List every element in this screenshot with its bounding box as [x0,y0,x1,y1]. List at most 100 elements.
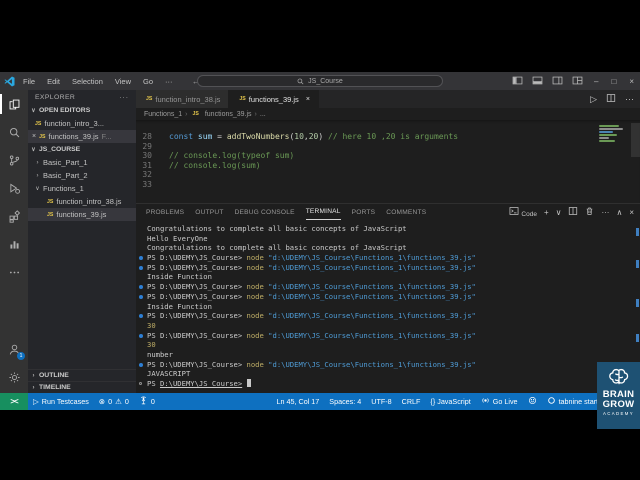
more-actions-button[interactable]: ··· [601,208,609,217]
run-file-button[interactable]: ▷ [590,94,597,105]
breadcrumb-item[interactable]: functions_39.js [205,111,252,118]
folder-item-basic_part_2[interactable]: › Basic_Part_2 [28,169,136,182]
smiley-icon [528,396,537,407]
folder-hint: F... [101,132,112,141]
panel-tab-problems[interactable]: PROBLEMS [146,204,184,220]
code-editor[interactable]: 28 const sum = addTwoNumbers(10,20) // he… [136,120,640,203]
remote-indicator[interactable]: >< [0,393,28,410]
account-icon[interactable]: 1 [0,335,28,363]
close-button[interactable]: × [627,77,636,86]
shell-selector-icon[interactable]: Code [509,206,537,218]
search-icon[interactable] [0,118,28,146]
status-port-broadcast[interactable]: 0 [134,393,160,410]
settings-icon[interactable] [0,363,28,391]
menu-item-file[interactable]: File [18,75,40,88]
command-center-search[interactable]: JS_Course [197,75,443,87]
command-decoration[interactable] [139,314,143,319]
close-panel-button[interactable]: × [629,208,634,217]
run-debug-icon[interactable] [0,174,28,202]
command-decoration[interactable] [139,333,143,338]
terminal-line: Congratulations to complete all basic co… [147,224,407,233]
command-decoration[interactable] [139,294,143,299]
explorer-icon[interactable] [0,90,28,118]
section-outline[interactable]: › OUTLINE [28,369,136,381]
panel-tab-output[interactable]: OUTPUT [195,204,223,220]
maximize-button[interactable]: □ [609,77,618,86]
customize-layout-icon[interactable] [572,75,583,88]
menu-item-[interactable]: ··· [160,75,178,88]
split-terminal-icon[interactable] [568,206,578,218]
menu-item-go[interactable]: Go [138,75,158,88]
tab-close-icon[interactable]: × [306,96,310,103]
metrics-icon[interactable] [0,230,28,258]
more-actions-button[interactable]: ··· [625,94,634,104]
terminal-overview-mark [636,260,639,268]
status-cursor-position[interactable]: Ln 45, Col 17 [272,393,325,410]
menu-item-edit[interactable]: Edit [42,75,65,88]
terminal-line: Hello EveryOne [147,233,208,243]
status-encoding[interactable]: UTF-8 [366,393,396,410]
panel-tab-debug-console[interactable]: DEBUG CONSOLE [235,204,295,220]
terminal[interactable]: Congratulations to complete all basic co… [136,220,640,393]
panel-tab-comments[interactable]: COMMENTS [386,204,426,220]
terminal-overview-mark [636,334,639,342]
command-decoration[interactable] [139,265,143,270]
js-file-icon: JS [192,111,199,117]
panel-tab-terminal[interactable]: TERMINAL [305,204,341,220]
section-workspace[interactable]: ∨ JS_COURSE [28,143,136,156]
status-go-live[interactable]: Go Live [476,393,523,410]
breadcrumb-item[interactable]: ... [260,111,266,118]
workbench: 1 EXPLORER ··· ∨ OPEN EDITORS JS function_… [0,90,640,393]
command-decoration[interactable] [139,382,142,385]
toggle-secondary-sidebar-icon[interactable] [552,75,563,88]
command-decoration[interactable] [139,285,143,290]
editor-tab-function_intro_38-js[interactable]: JS function_intro_38.js [136,90,230,108]
status-feedback[interactable] [523,393,542,410]
terminal-line: Congratulations to complete all basic co… [147,243,407,253]
panel-actions: Code + ∨ ··· ∧ × [509,204,634,220]
file-item[interactable]: JS function_intro_38.js [28,195,136,208]
editor-actions: ▷ ··· [590,90,634,108]
sidebar-more-icon[interactable]: ··· [119,94,129,101]
open-editor-item[interactable]: × JS functions_39.js F... [28,130,136,143]
status-problems[interactable]: ⊗ 0 ⚠ 0 [94,393,134,410]
js-file-icon: JS [146,96,153,102]
maximize-panel-button[interactable]: ∧ [616,208,622,217]
section-timeline[interactable]: › TIMELINE [28,381,136,393]
code-line: 29 [136,142,640,152]
file-item[interactable]: JS functions_39.js [28,208,136,221]
command-decoration[interactable] [139,256,143,261]
minimize-button[interactable]: – [592,77,600,86]
status-eol[interactable]: CRLF [397,393,426,410]
breadcrumb-item[interactable]: Functions_1 [144,111,182,118]
source-control-icon[interactable] [0,146,28,174]
command-decoration[interactable] [139,362,143,367]
new-terminal-button[interactable]: + [544,208,549,217]
terminal-line: JAVASCRIPT [147,369,191,379]
more-icon[interactable] [0,258,28,286]
folder-item-functions_1[interactable]: ∨ Functions_1 [28,182,136,195]
menu-item-view[interactable]: View [110,75,136,88]
split-editor-icon[interactable] [606,93,616,105]
toggle-primary-sidebar-icon[interactable] [512,75,523,88]
chevron-right-icon: › [36,172,39,179]
status-indentation[interactable]: Spaces: 4 [324,393,366,410]
code-text: const sum = addTwoNumbers(10,20) // here… [169,132,459,141]
extensions-icon[interactable] [0,202,28,230]
status-run-testcases[interactable]: ▷ Run Testcases [28,393,94,410]
section-open-editors[interactable]: ∨ OPEN EDITORS [28,104,136,117]
terminal-dropdown-button[interactable]: ∨ [556,208,562,217]
open-editor-item[interactable]: JS function_intro_3... [28,117,136,130]
panel-tab-ports[interactable]: PORTS [352,204,376,220]
toggle-panel-icon[interactable] [532,75,543,88]
chevron-right-icon: › [36,159,39,166]
kill-terminal-icon[interactable] [585,206,594,218]
minimap[interactable] [599,125,626,143]
terminal-cursor [246,379,251,387]
close-icon[interactable]: × [32,133,36,140]
menu-item-selection[interactable]: Selection [67,75,108,88]
status-language-mode[interactable]: {} JavaScript [425,393,475,410]
editor-scrollbar[interactable] [631,123,640,157]
editor-tab-functions_39-js[interactable]: JS functions_39.js × [229,90,319,108]
folder-item-basic_part_1[interactable]: › Basic_Part_1 [28,156,136,169]
